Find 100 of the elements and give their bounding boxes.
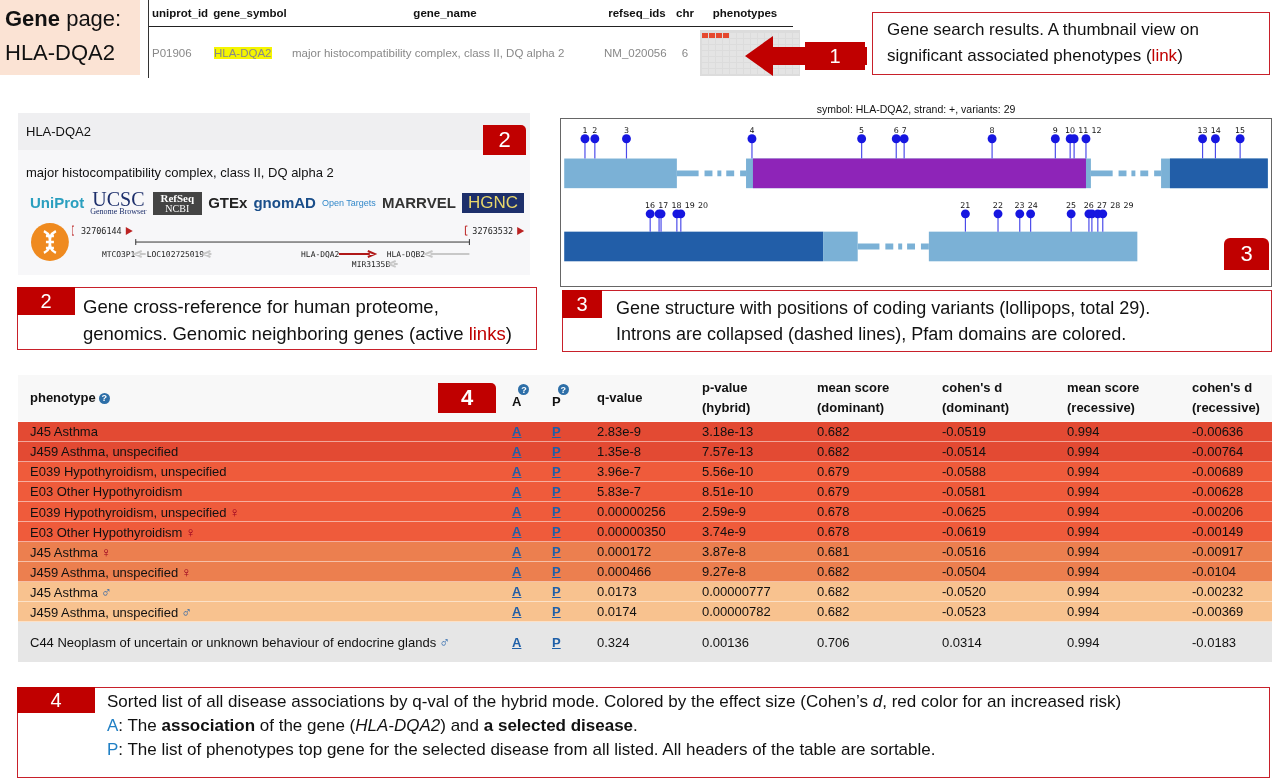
table-cell: 3.74e-9 [690, 521, 805, 542]
table-cell: 0.00000350 [585, 521, 690, 542]
association-link[interactable]: A [512, 634, 522, 650]
phenotype-name[interactable]: J459 Asthma, unspecified [30, 564, 179, 580]
number-badge: 1 [805, 42, 865, 70]
table-cell: 0.678 [805, 501, 930, 522]
variant-label: 14 [1210, 125, 1221, 135]
table-cell: 3.87e-8 [690, 541, 805, 562]
triangle-icon [125, 227, 133, 236]
female-symbol: ♀ [181, 563, 192, 580]
table-cell: -0.00628 [1180, 481, 1272, 502]
variant-lollipop [1210, 134, 1220, 160]
help-icon[interactable]: ? [98, 392, 110, 404]
table-cell: -0.0625 [930, 501, 1055, 522]
column-header[interactable]: phenotype [30, 388, 96, 408]
variant-label: 15 [1235, 125, 1246, 135]
variant-label: 10 [1065, 125, 1076, 135]
variant-label: 11 [1078, 125, 1089, 135]
variant-label: 12 [1091, 125, 1102, 135]
help-icon[interactable]: ? [557, 384, 569, 395]
table-cell: 0.994 [1055, 441, 1180, 462]
table-cell: 0.994 [1055, 421, 1180, 442]
table-cell: 0.994 [1055, 581, 1180, 602]
database-logo[interactable]: GTEx [208, 196, 248, 210]
table-cell: 2.83e-9 [585, 421, 690, 442]
table-cell: -0.00206 [1180, 501, 1272, 522]
variant-lollipop [676, 209, 686, 233]
gene-link[interactable]: MIR3135B [351, 259, 399, 269]
table-cell: -0.0514 [930, 441, 1055, 462]
database-logo[interactable]: Open Targets [322, 196, 376, 210]
column-header: chr [673, 0, 697, 27]
association-link[interactable]: A [512, 584, 522, 599]
database-logo[interactable]: RefSeq NCBI [152, 191, 203, 215]
gene-symbol[interactable]: HLA-DQA2 [214, 47, 272, 59]
database-logo[interactable]: UniProt [30, 196, 85, 210]
phenotype-name[interactable]: E039 Hypothyroidism, unspecified [30, 464, 227, 479]
database-logo[interactable]: HGNC [461, 193, 524, 213]
table-cell: 0.706 [805, 621, 930, 662]
database-logo[interactable]: MARRVEL [381, 196, 456, 210]
phenotype-name[interactable]: E03 Other Hypothyroidism [30, 484, 183, 499]
phenotype-name[interactable]: J459 Asthma, unspecified [30, 604, 179, 620]
variant-label: 18 [671, 200, 682, 210]
table-cell: 3.18e-13 [690, 421, 805, 442]
phenotype-name[interactable]: J45 Asthma [30, 424, 98, 439]
gene-link[interactable]: HLA-DQB2 [386, 250, 471, 259]
chart-title: symbol: HLA-DQA2, strand: +, variants: 29 [815, 102, 1017, 117]
table-cell: 0.00000777 [690, 581, 805, 602]
phenotype-name[interactable]: C44 Neoplasm of uncertain or unknown behaviour of endocrine glands [30, 635, 437, 650]
table-cell: -0.0504 [930, 561, 1055, 582]
table-cell: -0.00764 [1180, 441, 1272, 462]
phenotype-link[interactable]: P [552, 604, 561, 619]
number-badge: 4 [17, 687, 95, 713]
association-link[interactable]: A [512, 604, 522, 619]
phenotype-name[interactable]: E03 Other Hypothyroidism [30, 524, 183, 540]
variant-label: 2 [592, 125, 598, 135]
phenotype-link[interactable]: P [552, 584, 561, 599]
gene-name: major histocompatibility complex, class II, DQ alpha 2 [26, 165, 335, 180]
column-header[interactable]: q-value [597, 388, 643, 408]
table-cell: 5.56e-10 [690, 461, 805, 482]
callout-text: Sorted list of all disease associations by q-val of the hybrid mode. Colored by the effect size (Cohen’s d, red color for an increased risk) A: The association of the gene (HLA-DQA2) and a selected disease. P: The list of phenotypes top gene for the selected disease from all listed. All headers of the table are sortable. [106, 691, 1123, 761]
database-logo[interactable]: UCSC Genome Browser [90, 190, 147, 216]
page-title: Gene page: HLA-DQA2 [0, 0, 140, 75]
variant-label: 22 [992, 200, 1003, 210]
variant-label: 9 [1052, 125, 1058, 135]
gene-link[interactable]: MTCO3P1 [101, 250, 147, 259]
column-header[interactable]: P [552, 392, 561, 412]
column-header[interactable]: A [512, 392, 522, 412]
table-cell: 0.994 [1055, 621, 1180, 662]
variant-label: 23 [1014, 200, 1025, 210]
help-icon[interactable]: ? [518, 384, 530, 395]
phenotype-name[interactable]: J459 Asthma, unspecified [30, 444, 179, 459]
table-cell: 0.0314 [930, 621, 1055, 662]
phenotype-link[interactable]: P [552, 634, 561, 650]
table-cell: 9.27e-8 [690, 561, 805, 582]
phenotype-name[interactable]: E039 Hypothyroidism, unspecified [30, 504, 227, 520]
table-cell: 5.83e-7 [585, 481, 690, 502]
table-cell: 0.994 [1055, 601, 1180, 622]
table-cell: 0.679 [805, 481, 930, 502]
start-position: 32706144 [80, 226, 122, 237]
table-cell: P01906 [149, 26, 211, 79]
phenotype-name[interactable]: J45 Asthma [30, 544, 98, 560]
bracket-icon [71, 225, 75, 236]
bracket-icon [464, 225, 468, 236]
variant-lollipop [857, 134, 867, 160]
database-logo[interactable]: gnomAD [253, 196, 316, 210]
phenotype-name[interactable]: J45 Asthma [30, 584, 98, 600]
callout-text: Gene structure with positions of coding variants (lollipops, total 29). Introns are collapsed (dashed lines), Pfam domains are colored. [615, 297, 1152, 346]
gene-link[interactable]: LOC102725019 [146, 250, 213, 259]
gene-link[interactable]: HLA-DQA2 [300, 250, 378, 259]
table-cell: 7.57e-13 [690, 441, 805, 462]
variant-lollipop [899, 134, 909, 160]
table-cell: 0.0173 [585, 581, 690, 602]
variant-lollipop [747, 134, 757, 160]
table-cell: major histocompatibility complex, class II, DQ alpha 2 [289, 26, 601, 79]
variant-label: 17 [658, 200, 669, 210]
table-cell: 0.681 [805, 541, 930, 562]
table-cell: 0.994 [1055, 541, 1180, 562]
table-cell: -0.0183 [1180, 621, 1272, 662]
table-cell: 3.96e-7 [585, 461, 690, 482]
dna-icon [30, 222, 70, 262]
